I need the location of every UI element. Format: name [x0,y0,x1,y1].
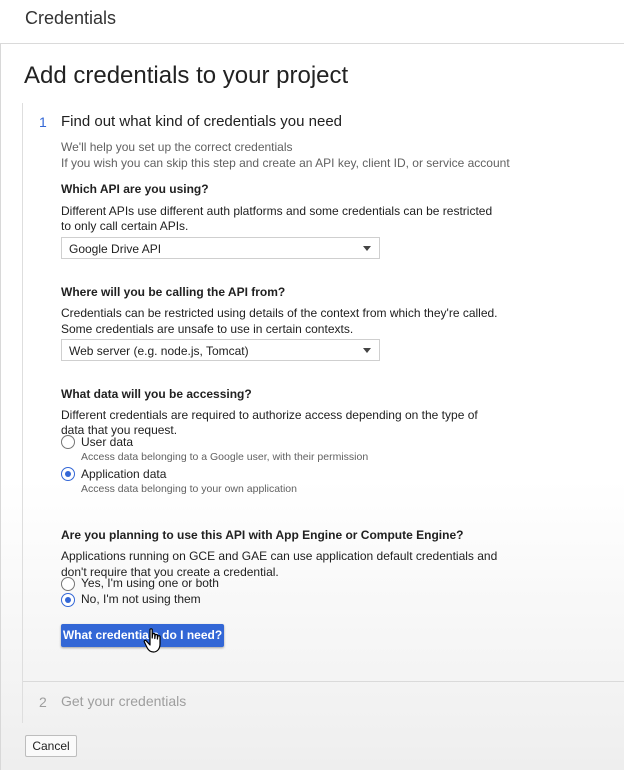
engine-question-label: Are you planning to use this API with Ap… [61,528,464,542]
user-data-radio[interactable] [61,435,75,449]
application-data-radio[interactable] [61,467,75,481]
yes-engine-label[interactable]: Yes, I'm using one or both [81,576,219,590]
cancel-button[interactable]: Cancel [25,735,77,757]
calling-question-desc-2: Some credentials are unsafe to use in ce… [61,322,354,336]
step-intro-line-2: If you wish you can skip this step and c… [61,156,510,170]
top-bar: Credentials [0,0,624,44]
calling-question-label: Where will you be calling the API from? [61,285,286,299]
calling-question-desc-1: Credentials can be restricted using deta… [61,306,498,320]
application-data-label[interactable]: Application data [81,467,166,481]
api-question-desc-2: to only call certain APIs. [61,219,189,233]
left-border [0,0,1,770]
data-question-label: What data will you be accessing? [61,387,252,401]
step-divider [23,681,624,682]
caret-down-icon [363,348,371,353]
step-1-number: 1 [39,114,47,130]
calling-select[interactable]: Web server (e.g. node.js, Tomcat) [61,339,380,361]
step-2-title: Get your credentials [61,693,187,709]
yes-engine-radio[interactable] [61,577,75,591]
hand-pointer-icon [143,628,161,653]
api-select-value: Google Drive API [69,242,162,256]
step-rail [22,103,23,723]
api-select[interactable]: Google Drive API [61,237,380,259]
step-1-title: Find out what kind of credentials you ne… [61,113,343,130]
header-title: Credentials [25,8,117,28]
engine-question-desc-1: Applications running on GCE and GAE can … [61,549,498,563]
no-engine-radio[interactable] [61,593,75,607]
api-question-label: Which API are you using? [61,182,209,196]
no-engine-label[interactable]: No, I'm not using them [81,592,201,606]
step-2-number: 2 [39,694,47,710]
step-intro-line-1: We'll help you set up the correct creden… [61,140,293,154]
api-question-desc-1: Different APIs use different auth platfo… [61,204,493,218]
calling-select-value: Web server (e.g. node.js, Tomcat) [69,344,249,358]
data-question-desc-1: Different credentials are required to au… [61,408,478,422]
page-title: Add credentials to your project [24,62,349,89]
user-data-help: Access data belonging to a Google user, … [81,451,369,463]
caret-down-icon [363,246,371,251]
application-data-help: Access data belonging to your own applic… [81,483,297,495]
user-data-label[interactable]: User data [81,435,133,449]
